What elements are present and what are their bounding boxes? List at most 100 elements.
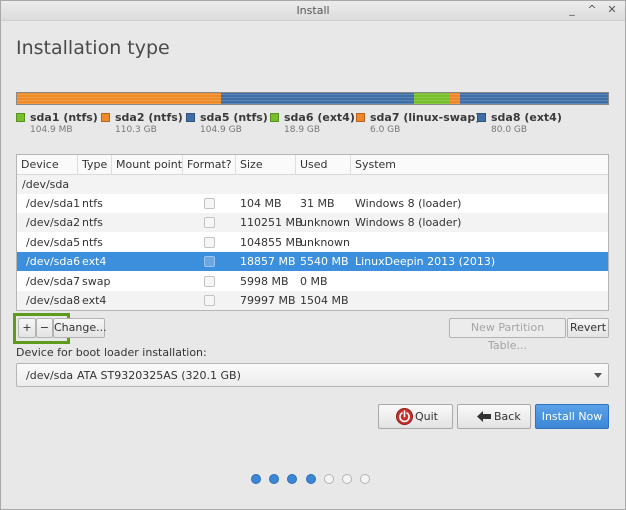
cell-device: /dev/sda5 — [26, 235, 81, 249]
table-row[interactable]: /dev/sda2 ntfs 110251 MB unknown Windows 8 (… — [17, 213, 608, 233]
cell-system: LinuxDeepin 2013 (2013) — [355, 255, 496, 269]
legend-name: sda5 (ntfs) — [200, 111, 268, 124]
format-checkbox[interactable] — [204, 275, 215, 287]
new-partition-table-button[interactable]: New Partition Table... — [449, 318, 566, 352]
legend-swatch — [186, 113, 195, 122]
table-row[interactable]: /dev/sda8 ext4 79997 MB 1504 MB — [17, 291, 608, 310]
partition-bar-segment — [449, 93, 461, 104]
add-partition-button[interactable]: + — [18, 318, 36, 338]
cell-device: /dev/sda7 — [26, 274, 81, 288]
cell-size: 110251 MB — [240, 216, 303, 230]
legend-name: sda1 (ntfs) — [30, 111, 98, 124]
format-checkbox[interactable] — [204, 198, 215, 209]
legend-swatch — [270, 113, 279, 122]
legend-name: sda8 (ext4) — [491, 111, 562, 124]
format-checkbox[interactable] — [204, 217, 215, 229]
cell-size: 104855 MB — [240, 235, 303, 249]
progress-dot — [360, 474, 371, 484]
partition-bar — [16, 92, 609, 105]
legend-swatch — [16, 113, 25, 122]
cell-device: /dev/sda1 — [26, 197, 81, 210]
header-size[interactable]: Size — [236, 155, 296, 175]
partition-bar-segment — [414, 93, 450, 104]
cell-type: ext4 — [82, 294, 107, 307]
cell-size: 79997 MB — [240, 294, 296, 307]
legend-name: sda7 (linux-swap) — [370, 111, 481, 124]
progress-dot — [342, 474, 352, 484]
legend-name: sda6 (ext4) — [284, 111, 355, 124]
header-type[interactable]: Type — [78, 155, 112, 175]
partition-bar-segment — [221, 93, 415, 104]
format-checkbox[interactable] — [204, 256, 215, 268]
window-title: Install — [296, 4, 330, 17]
cell-used: unknown — [300, 235, 350, 249]
cell-device: /dev/sda6 — [26, 255, 81, 269]
cell-type: ntfs — [82, 216, 103, 230]
cell-type: ntfs — [82, 197, 103, 210]
format-checkbox[interactable] — [204, 295, 215, 306]
group-device: /dev/sda — [22, 178, 70, 191]
header-system[interactable]: System — [351, 155, 608, 175]
cell-used: unknown — [300, 216, 350, 230]
legend-swatch — [477, 113, 486, 122]
title-bar: Install _ ^ ✕ — [1, 1, 625, 21]
chevron-down-icon — [594, 373, 602, 378]
installer-window: Install _ ^ ✕ Installation type sda1 (nt… — [0, 0, 626, 510]
table-header: Device Type Mount point Format? Size Use… — [17, 155, 608, 175]
change-partition-button[interactable]: Change... — [53, 318, 107, 338]
revert-button[interactable]: Revert — [567, 318, 609, 338]
legend-size: 6.0 GB — [370, 125, 401, 135]
page-title: Installation type — [16, 37, 170, 59]
cell-used: 1504 MB — [300, 294, 349, 307]
header-mount-point[interactable]: Mount point — [112, 155, 183, 175]
maximize-icon[interactable]: ^ — [585, 3, 599, 17]
cell-type: ext4 — [82, 255, 107, 269]
table-row[interactable]: /dev/sda6 ext4 18857 MB 5540 MB LinuxDeepin … — [17, 252, 608, 272]
install-now-button[interactable]: Install Now — [535, 404, 609, 429]
cell-used: 0 MB — [300, 274, 328, 288]
cell-size: 5998 MB — [240, 274, 289, 288]
table-row-group[interactable]: /dev/sda — [17, 175, 608, 194]
close-icon[interactable]: ✕ — [605, 3, 619, 17]
partition-bar-segment — [460, 93, 608, 104]
quit-button[interactable]: Quit — [378, 404, 453, 429]
progress-dots — [251, 474, 381, 486]
back-button[interactable]: Back — [457, 404, 531, 429]
format-checkbox[interactable] — [204, 236, 215, 248]
header-used[interactable]: Used — [296, 155, 351, 175]
legend-size: 110.3 GB — [115, 125, 157, 135]
header-device[interactable]: Device — [17, 155, 78, 175]
boot-loader-label: Device for boot loader installation: — [16, 346, 207, 359]
minimize-icon[interactable]: _ — [565, 3, 579, 17]
progress-dot — [269, 474, 280, 484]
cell-size: 18857 MB — [240, 255, 296, 269]
table-row[interactable]: /dev/sda7 swap 5998 MB 0 MB — [17, 272, 608, 291]
legend-size: 104.9 MB — [30, 125, 73, 135]
cell-type: ntfs — [82, 235, 103, 249]
partition-legend: sda1 (ntfs) 104.9 MB sda2 (ntfs) 110.3 GB sd… — [16, 111, 616, 141]
arrow-left-icon — [476, 410, 492, 426]
legend-size: 80.0 GB — [491, 125, 528, 135]
legend-swatch — [356, 113, 365, 122]
cell-device: /dev/sda2 — [26, 216, 81, 230]
install-now-label: Install Now — [541, 410, 603, 423]
legend-name: sda2 (ntfs) — [115, 111, 183, 124]
partition-table[interactable]: Device Type Mount point Format? Size Use… — [16, 154, 609, 311]
partition-bar-segment — [17, 93, 222, 104]
remove-partition-button[interactable]: − — [36, 318, 53, 338]
table-row[interactable]: /dev/sda5 ntfs 104855 MB unknown — [17, 233, 608, 252]
legend-size: 18.9 GB — [284, 125, 321, 135]
boot-device-description: ATA ST9320325AS (320.1 GB) — [77, 369, 241, 382]
table-row[interactable]: /dev/sda1 ntfs 104 MB 31 MB Windows 8 (loade… — [17, 194, 608, 213]
cell-used: 5540 MB — [300, 255, 349, 269]
cell-device: /dev/sda8 — [26, 294, 81, 307]
boot-device-value: /dev/sda — [26, 369, 74, 382]
header-format[interactable]: Format? — [183, 155, 236, 175]
cell-size: 104 MB — [240, 197, 282, 210]
legend-swatch — [101, 113, 110, 122]
back-label: Back — [494, 410, 521, 423]
cell-type: swap — [82, 274, 111, 288]
boot-loader-select[interactable]: /dev/sda ATA ST9320325AS (320.1 GB) — [16, 363, 609, 387]
cell-system: Windows 8 (loader) — [355, 197, 462, 210]
progress-dot — [287, 474, 298, 484]
